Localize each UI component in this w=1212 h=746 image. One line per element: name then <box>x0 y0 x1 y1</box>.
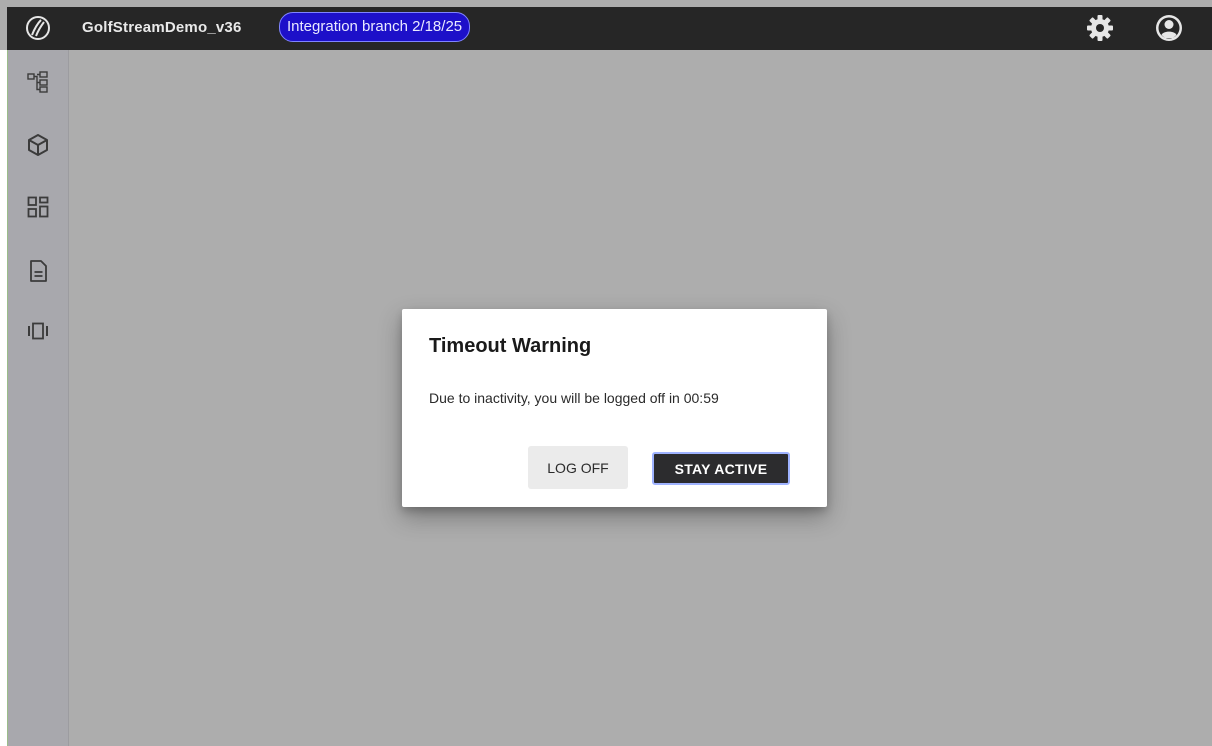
stay-active-button[interactable]: STAY ACTIVE <box>652 452 790 485</box>
gear-icon[interactable] <box>1085 13 1115 43</box>
dialog-title: Timeout Warning <box>429 335 592 357</box>
app-window: GolfStreamDemo_v36 Integration branch 2/… <box>0 0 1212 746</box>
logo-icon <box>26 16 50 40</box>
top-bar: GolfStreamDemo_v36 Integration branch 2/… <box>7 7 1212 50</box>
window-edge <box>0 50 8 746</box>
document-icon[interactable] <box>24 257 52 285</box>
cube-icon[interactable] <box>24 131 52 159</box>
timeout-warning-dialog: Timeout Warning Due to inactivity, you w… <box>402 309 827 507</box>
sidebar <box>8 50 69 746</box>
hierarchy-icon[interactable] <box>24 67 52 95</box>
log-off-button[interactable]: LOG OFF <box>528 446 628 489</box>
account-circle-icon[interactable] <box>1153 12 1185 44</box>
carousel-icon[interactable] <box>24 317 52 345</box>
app-title: GolfStreamDemo_v36 <box>82 19 242 36</box>
branch-badge[interactable]: Integration branch 2/18/25 <box>279 12 471 42</box>
dialog-message: Due to inactivity, you will be logged of… <box>429 390 719 406</box>
dashboard-icon[interactable] <box>24 193 52 221</box>
